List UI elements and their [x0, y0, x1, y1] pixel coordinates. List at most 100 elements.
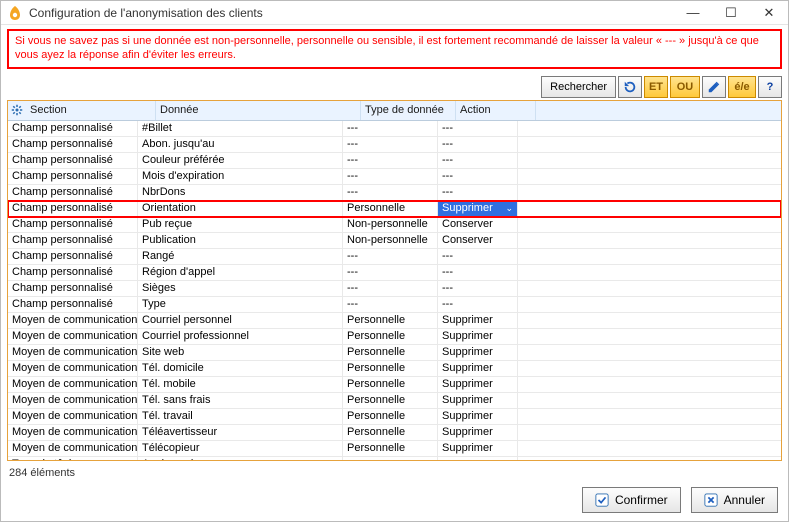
table-row[interactable]: Champ personnaliséPublicationNon-personn…: [8, 233, 781, 249]
table-row[interactable]: Type de tâcheAnniversaire------: [8, 457, 781, 461]
cell-action[interactable]: Supprimer: [438, 441, 518, 456]
table-row[interactable]: Champ personnaliséCouleur préférée------: [8, 153, 781, 169]
cell-section: Champ personnalisé: [8, 137, 138, 152]
cancel-icon: [704, 493, 718, 507]
filter-ou-button[interactable]: OU: [670, 76, 700, 98]
cell-action[interactable]: Supprimer: [438, 409, 518, 424]
table-row[interactable]: Moyen de communicationTélécopieurPersonn…: [8, 441, 781, 457]
refresh-icon[interactable]: [618, 76, 642, 98]
action-value: ---: [442, 186, 453, 198]
cell-action[interactable]: Conserver: [438, 217, 518, 232]
table-row[interactable]: Moyen de communicationTél. sans fraisPer…: [8, 393, 781, 409]
table-row[interactable]: Champ personnaliséRangé------: [8, 249, 781, 265]
cell-type: Personnelle: [343, 201, 438, 216]
cell-donnee: Tél. sans frais: [138, 393, 343, 408]
cell-donnee: Pub reçue: [138, 217, 343, 232]
cell-action[interactable]: Supprimer: [438, 329, 518, 344]
table-row[interactable]: Moyen de communicationSite webPersonnell…: [8, 345, 781, 361]
cell-donnee: Courriel personnel: [138, 313, 343, 328]
cell-type: ---: [343, 121, 438, 136]
table-row[interactable]: Champ personnalisé#Billet------: [8, 121, 781, 137]
cell-section: Champ personnalisé: [8, 281, 138, 296]
edit-icon[interactable]: [702, 76, 726, 98]
cell-section: Type de tâche: [8, 457, 138, 461]
table-row[interactable]: Moyen de communicationCourriel professio…: [8, 329, 781, 345]
cell-donnee: #Billet: [138, 121, 343, 136]
col-header-type[interactable]: Type de donnée: [361, 101, 456, 120]
cell-action[interactable]: Supprimer: [438, 313, 518, 328]
action-value: Supprimer: [442, 410, 493, 422]
cell-action[interactable]: Supprimer: [438, 393, 518, 408]
grid-body[interactable]: Champ personnalisé#Billet------Champ per…: [8, 121, 781, 461]
table-row[interactable]: Moyen de communicationTéléavertisseurPer…: [8, 425, 781, 441]
cell-donnee: Sièges: [138, 281, 343, 296]
gear-icon[interactable]: [10, 103, 24, 117]
cell-action[interactable]: Supprimer: [438, 345, 518, 360]
table-row[interactable]: Champ personnaliséPub reçueNon-personnel…: [8, 217, 781, 233]
cell-donnee: Mois d'expiration: [138, 169, 343, 184]
cell-type: Personnelle: [343, 345, 438, 360]
cell-action[interactable]: ---: [438, 297, 518, 312]
minimize-button[interactable]: —: [674, 1, 712, 25]
table-row[interactable]: Moyen de communicationTél. mobilePersonn…: [8, 377, 781, 393]
table-row[interactable]: Champ personnaliséNbrDons------: [8, 185, 781, 201]
maximize-button[interactable]: ☐: [712, 1, 750, 25]
cancel-label: Annuler: [724, 493, 765, 507]
table-row[interactable]: Moyen de communicationTél. travailPerson…: [8, 409, 781, 425]
close-button[interactable]: ✕: [750, 1, 788, 25]
cell-section: Moyen de communication: [8, 313, 138, 328]
cell-action[interactable]: ---: [438, 265, 518, 280]
cell-type: Non-personnelle: [343, 217, 438, 232]
cell-action[interactable]: ---: [438, 185, 518, 200]
cell-type: ---: [343, 153, 438, 168]
cancel-button[interactable]: Annuler: [691, 487, 778, 513]
cell-section: Moyen de communication: [8, 329, 138, 344]
cell-action[interactable]: ---: [438, 153, 518, 168]
cell-action[interactable]: ---: [438, 121, 518, 136]
grid-header: Section Donnée Type de donnée Action: [8, 101, 781, 121]
cell-donnee: Tél. travail: [138, 409, 343, 424]
action-value: ---: [442, 170, 453, 182]
action-value: ---: [442, 266, 453, 278]
help-button[interactable]: ?: [758, 76, 782, 98]
table-row[interactable]: Champ personnaliséAbon. jusqu'au------: [8, 137, 781, 153]
cell-action[interactable]: Supprimer⌄: [438, 201, 518, 216]
cell-donnee: Publication: [138, 233, 343, 248]
col-header-donnee[interactable]: Donnée: [156, 101, 361, 120]
cell-action[interactable]: ---: [438, 249, 518, 264]
cell-donnee: Télécopieur: [138, 441, 343, 456]
table-row[interactable]: Champ personnaliséMois d'expiration-----…: [8, 169, 781, 185]
cell-action[interactable]: ---: [438, 281, 518, 296]
cell-action[interactable]: ---: [438, 169, 518, 184]
cell-action[interactable]: Supprimer: [438, 361, 518, 376]
table-row[interactable]: Champ personnaliséRégion d'appel------: [8, 265, 781, 281]
action-value: ---: [442, 250, 453, 262]
cell-action[interactable]: Conserver: [438, 233, 518, 248]
cell-action[interactable]: ---: [438, 457, 518, 461]
table-row[interactable]: Champ personnaliséType------: [8, 297, 781, 313]
col-header-action[interactable]: Action: [456, 101, 536, 120]
table-row[interactable]: Champ personnaliséOrientationPersonnelle…: [8, 201, 781, 217]
action-value: Supprimer: [442, 378, 493, 390]
table-row[interactable]: Champ personnaliséSièges------: [8, 281, 781, 297]
col-header-section[interactable]: Section: [26, 101, 156, 120]
cell-donnee: Région d'appel: [138, 265, 343, 280]
action-value: ---: [442, 458, 453, 460]
cell-section: Moyen de communication: [8, 361, 138, 376]
app-icon: [7, 5, 23, 21]
confirm-button[interactable]: Confirmer: [582, 487, 681, 513]
cell-type: ---: [343, 249, 438, 264]
cell-type: Personnelle: [343, 393, 438, 408]
cell-action[interactable]: Supprimer: [438, 377, 518, 392]
accent-toggle-button[interactable]: é/e: [728, 76, 756, 98]
table-row[interactable]: Moyen de communicationTél. domicilePerso…: [8, 361, 781, 377]
cell-section: Moyen de communication: [8, 409, 138, 424]
action-value: Conserver: [442, 234, 493, 246]
cell-action[interactable]: ---: [438, 137, 518, 152]
filter-et-button[interactable]: ET: [644, 76, 668, 98]
action-value: ---: [442, 122, 453, 134]
cell-action[interactable]: Supprimer: [438, 425, 518, 440]
table-row[interactable]: Moyen de communicationCourriel personnel…: [8, 313, 781, 329]
confirm-label: Confirmer: [615, 493, 668, 507]
search-button[interactable]: Rechercher: [541, 76, 616, 98]
